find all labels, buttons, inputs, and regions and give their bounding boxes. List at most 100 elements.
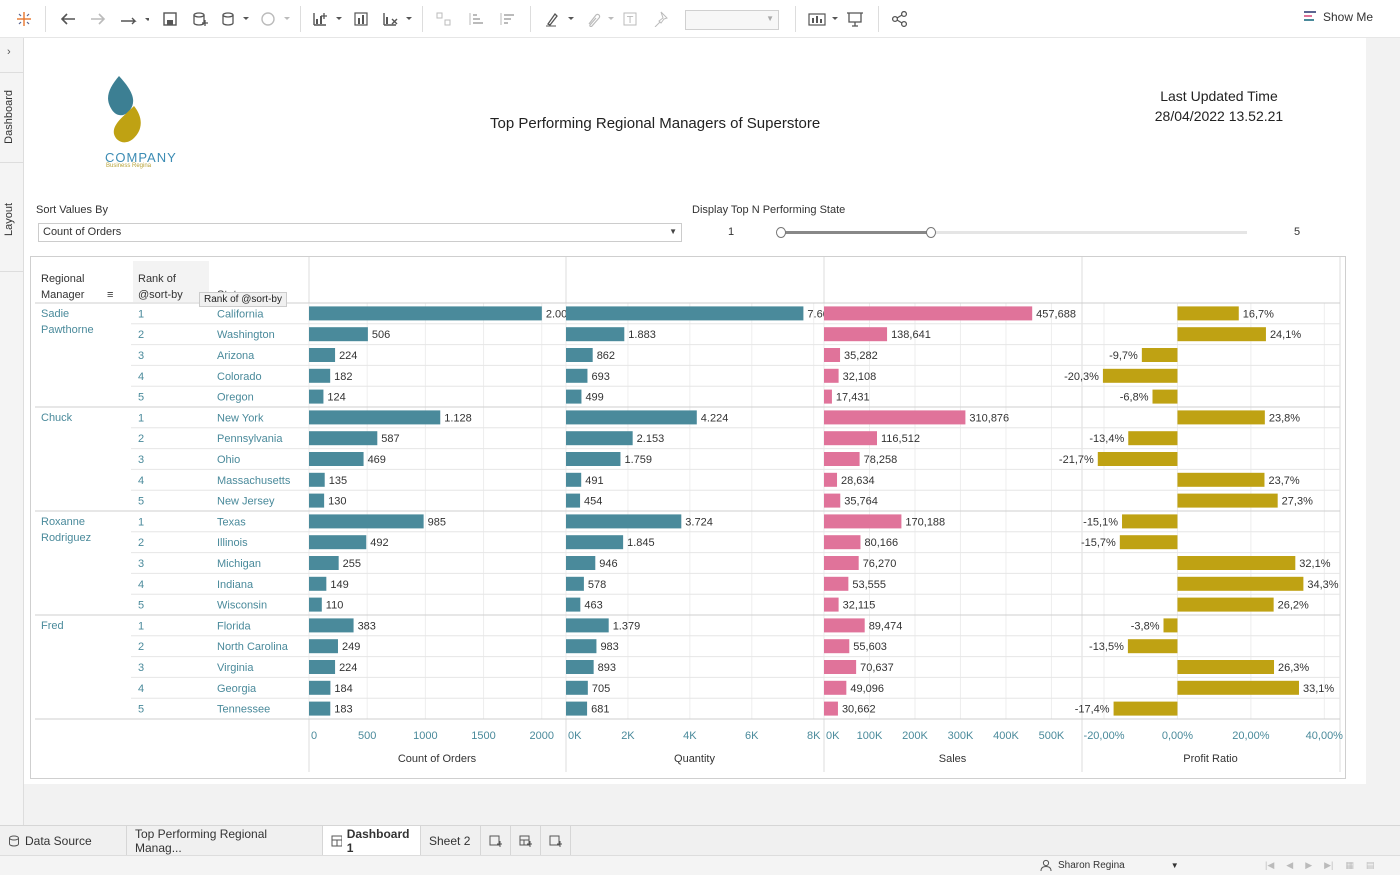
layout-side-tab[interactable]: Layout bbox=[3, 203, 15, 236]
pin-icon[interactable] bbox=[650, 9, 670, 29]
duplicate-icon[interactable] bbox=[352, 9, 372, 29]
pause-updates-icon[interactable] bbox=[220, 9, 250, 29]
data-label-quantity: 4.224 bbox=[701, 412, 729, 424]
column-header-manager: Manager bbox=[41, 289, 85, 301]
group-icon[interactable] bbox=[582, 9, 616, 29]
tab-sheet-2[interactable]: Sheet 2 bbox=[421, 826, 481, 855]
sheet-nav-controls[interactable]: |◀ ◀ ▶ ▶| ▦ ▤ bbox=[1265, 860, 1374, 871]
rank-label: 2 bbox=[138, 641, 144, 653]
axis-title: Sales bbox=[939, 753, 967, 765]
first-sheet-icon[interactable]: |◀ bbox=[1265, 860, 1274, 871]
data-label-orders: 255 bbox=[343, 558, 361, 570]
data-label-profit: -13,4% bbox=[1089, 433, 1124, 445]
data-label-sales: 76,270 bbox=[863, 558, 897, 570]
bar-sales bbox=[824, 431, 877, 446]
bar-quantity bbox=[566, 493, 581, 508]
dashboard-side-tab[interactable]: Dashboard bbox=[3, 90, 15, 144]
tab-dashboard-1[interactable]: Dashboard 1 bbox=[323, 826, 421, 855]
bar-profit bbox=[1163, 618, 1178, 633]
data-label-orders: 224 bbox=[339, 350, 357, 362]
state-label: Virginia bbox=[217, 662, 254, 674]
sort-asc-icon[interactable] bbox=[466, 9, 486, 29]
swap-icon[interactable] bbox=[434, 9, 454, 29]
new-story-tab-icon[interactable] bbox=[541, 826, 571, 855]
new-worksheet-tab-icon[interactable] bbox=[481, 826, 511, 855]
topn-min-value: 1 bbox=[728, 226, 735, 238]
state-label: Washington bbox=[217, 329, 275, 341]
refresh-icon[interactable] bbox=[258, 9, 292, 29]
next-sheet-icon[interactable]: ▶ bbox=[1305, 860, 1312, 871]
state-label: Massachusetts bbox=[217, 475, 291, 487]
new-datasource-icon[interactable] bbox=[190, 9, 210, 29]
state-label: Wisconsin bbox=[217, 600, 267, 612]
data-label-profit: -15,1% bbox=[1083, 516, 1118, 528]
sort-values-dropdown[interactable]: Count of Orders ▼ bbox=[38, 223, 682, 242]
data-label-orders: 183 bbox=[334, 704, 352, 716]
status-bar: Sharon Regina ▼ |◀ ◀ ▶ ▶| ▦ ▤ bbox=[0, 855, 1400, 875]
bar-orders bbox=[309, 535, 367, 550]
data-label-profit: -6,8% bbox=[1120, 392, 1149, 404]
new-worksheet-icon[interactable] bbox=[310, 9, 344, 29]
rank-label: 5 bbox=[138, 496, 144, 508]
rank-label: 1 bbox=[138, 412, 144, 424]
sort-values-label: Sort Values By bbox=[36, 204, 108, 216]
tick-label: -20,00% bbox=[1084, 730, 1125, 742]
tab-data-source[interactable]: Data Source bbox=[0, 826, 127, 855]
bar-profit bbox=[1097, 452, 1178, 466]
last-sheet-icon[interactable]: ▶| bbox=[1324, 860, 1333, 871]
rank-label: 3 bbox=[138, 350, 144, 362]
state-label: Indiana bbox=[217, 579, 254, 591]
topn-slider-handle-max[interactable] bbox=[926, 227, 936, 238]
state-label: Colorado bbox=[217, 371, 262, 383]
back-icon[interactable] bbox=[58, 9, 78, 29]
show-me-button[interactable]: Show Me bbox=[1303, 10, 1373, 24]
fit-dropdown[interactable]: ▼ bbox=[685, 10, 779, 30]
film-view-icon[interactable]: ▤ bbox=[1366, 860, 1375, 871]
prev-sheet-icon[interactable]: ◀ bbox=[1286, 860, 1293, 871]
bar-quantity bbox=[566, 597, 581, 612]
card-icon[interactable] bbox=[806, 9, 840, 29]
data-label-sales: 53,555 bbox=[852, 579, 886, 591]
bar-quantity bbox=[566, 514, 682, 529]
redo-icon[interactable] bbox=[117, 9, 151, 29]
data-label-sales: 78,258 bbox=[864, 454, 898, 466]
presentation-icon[interactable] bbox=[845, 9, 865, 29]
forward-icon[interactable] bbox=[88, 9, 108, 29]
data-label-profit: 16,7% bbox=[1243, 308, 1274, 320]
tableau-logo-icon[interactable] bbox=[14, 9, 34, 29]
last-updated-label: Last Updated Time bbox=[1160, 88, 1278, 104]
grid-view-icon[interactable]: ▦ bbox=[1345, 860, 1354, 871]
share-icon[interactable] bbox=[890, 9, 910, 29]
topn-slider-handle-min[interactable] bbox=[776, 227, 786, 238]
bar-quantity bbox=[566, 701, 588, 716]
tab-worksheet[interactable]: Top Performing Regional Manag... bbox=[127, 826, 323, 855]
sort-desc-icon[interactable] bbox=[497, 9, 517, 29]
data-label-profit: 24,1% bbox=[1270, 329, 1301, 341]
data-label-sales: 30,662 bbox=[842, 704, 876, 716]
rank-label: 4 bbox=[138, 683, 144, 695]
clear-icon[interactable] bbox=[380, 9, 414, 29]
bar-chart-table: RegionalManager≡Rank of@sort-byStateSadi… bbox=[30, 256, 1346, 779]
rank-label: 2 bbox=[138, 329, 144, 341]
data-label-sales: 310,876 bbox=[969, 412, 1009, 424]
expand-panel-icon[interactable]: › bbox=[7, 46, 11, 58]
data-label-sales: 457,688 bbox=[1036, 308, 1076, 320]
data-label-profit: -15,7% bbox=[1081, 537, 1116, 549]
data-label-quantity: 499 bbox=[585, 392, 603, 404]
highlight-icon[interactable] bbox=[542, 9, 576, 29]
bar-orders bbox=[309, 389, 324, 404]
bar-orders bbox=[309, 410, 441, 425]
bar-orders bbox=[309, 431, 378, 446]
user-icon bbox=[1040, 859, 1052, 871]
save-icon[interactable] bbox=[160, 9, 180, 29]
manager-name: Sadie bbox=[41, 308, 69, 320]
bar-quantity bbox=[566, 680, 588, 695]
label-icon[interactable]: T bbox=[620, 9, 640, 29]
data-label-orders: 182 bbox=[334, 371, 352, 383]
data-label-quantity: 946 bbox=[599, 558, 617, 570]
data-label-orders: 184 bbox=[334, 683, 352, 695]
rank-label: 5 bbox=[138, 704, 144, 716]
data-label-orders: 492 bbox=[370, 537, 388, 549]
new-dashboard-tab-icon[interactable] bbox=[511, 826, 541, 855]
user-menu[interactable]: Sharon Regina ▼ bbox=[1040, 859, 1179, 871]
